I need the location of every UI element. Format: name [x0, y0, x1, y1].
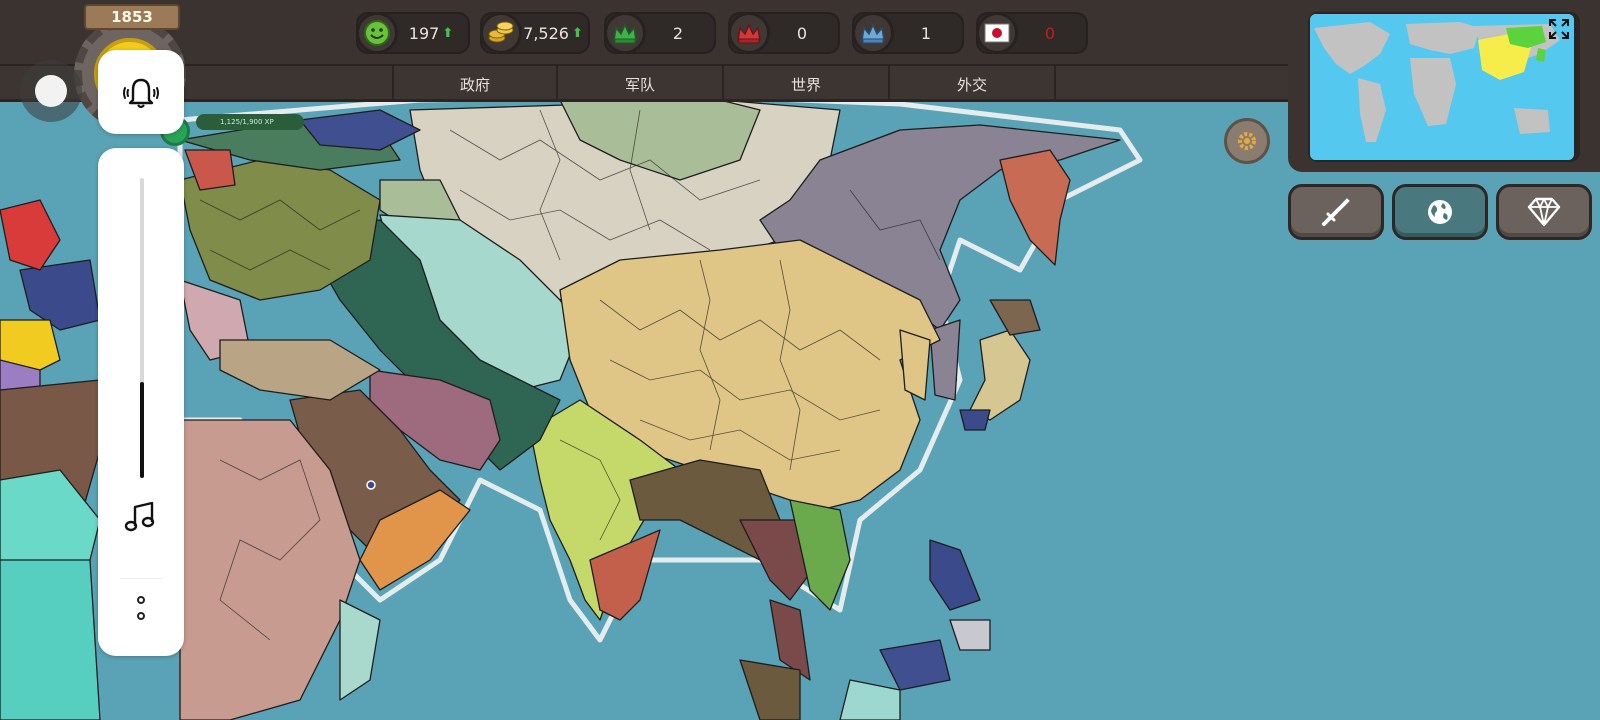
diamond-icon — [1527, 197, 1561, 227]
minimap[interactable] — [1310, 14, 1574, 160]
top-resource-bar: 197 ⬆ 7,526 ⬆ 2 0 1 0 — [0, 0, 1290, 66]
music-note-icon[interactable] — [122, 498, 160, 536]
happiness-value: 197 — [408, 23, 440, 43]
resource-happiness[interactable]: 197 ⬆ — [356, 12, 470, 54]
more-options-icon[interactable] — [134, 596, 148, 624]
resource-blue-crown[interactable]: 1 — [852, 12, 964, 54]
globe-icon — [1428, 200, 1452, 224]
flag-value: 0 — [1044, 23, 1056, 43]
tab-government[interactable]: 政府 — [392, 66, 556, 102]
main-tabs: 政府 军队 世界 外交 — [0, 66, 1290, 102]
map-pin-icon — [366, 480, 376, 490]
tab-army[interactable]: 军队 — [556, 66, 722, 102]
japan-flag-icon — [976, 12, 1018, 54]
resource-red-crown[interactable]: 0 — [728, 12, 840, 54]
gold-value: 7,526 — [523, 23, 569, 43]
coins-icon — [480, 12, 522, 54]
fullscreen-icon[interactable] — [1548, 18, 1570, 40]
ring-mode-button[interactable] — [98, 50, 184, 134]
tab-world[interactable]: 世界 — [722, 66, 888, 102]
world-button[interactable] — [1392, 184, 1488, 240]
military-button[interactable] — [1288, 184, 1384, 240]
xp-label: 1,125/1,900 XP — [220, 118, 274, 126]
sword-icon — [1322, 198, 1350, 226]
resource-flag[interactable]: 0 — [976, 12, 1088, 54]
volume-panel — [98, 148, 184, 656]
blue-crown-value: 1 — [920, 23, 932, 43]
green-crown-value: 2 — [672, 23, 684, 43]
smiley-icon — [356, 12, 398, 54]
resource-green-crown[interactable]: 2 — [604, 12, 716, 54]
xp-progress: 1,125/1,900 XP — [196, 114, 304, 130]
bell-icon — [123, 78, 159, 109]
blue-crown-icon — [852, 12, 894, 54]
red-crown-value: 0 — [796, 23, 808, 43]
resource-gold[interactable]: 7,526 ⬆ — [480, 12, 590, 54]
trend-up-icon: ⬆ — [571, 25, 583, 41]
settings-gear-button[interactable] — [1224, 118, 1270, 164]
shop-button[interactable] — [1496, 184, 1592, 240]
trend-up-icon: ⬆ — [442, 25, 454, 41]
assistive-touch-button[interactable] — [20, 60, 82, 122]
red-crown-icon — [728, 12, 770, 54]
tab-diplomacy[interactable]: 外交 — [888, 66, 1056, 102]
volume-slider[interactable] — [140, 178, 144, 478]
green-crown-icon — [604, 12, 646, 54]
year-label: 1853 — [84, 4, 180, 30]
volume-level — [140, 382, 144, 478]
gear-icon — [1238, 132, 1256, 150]
